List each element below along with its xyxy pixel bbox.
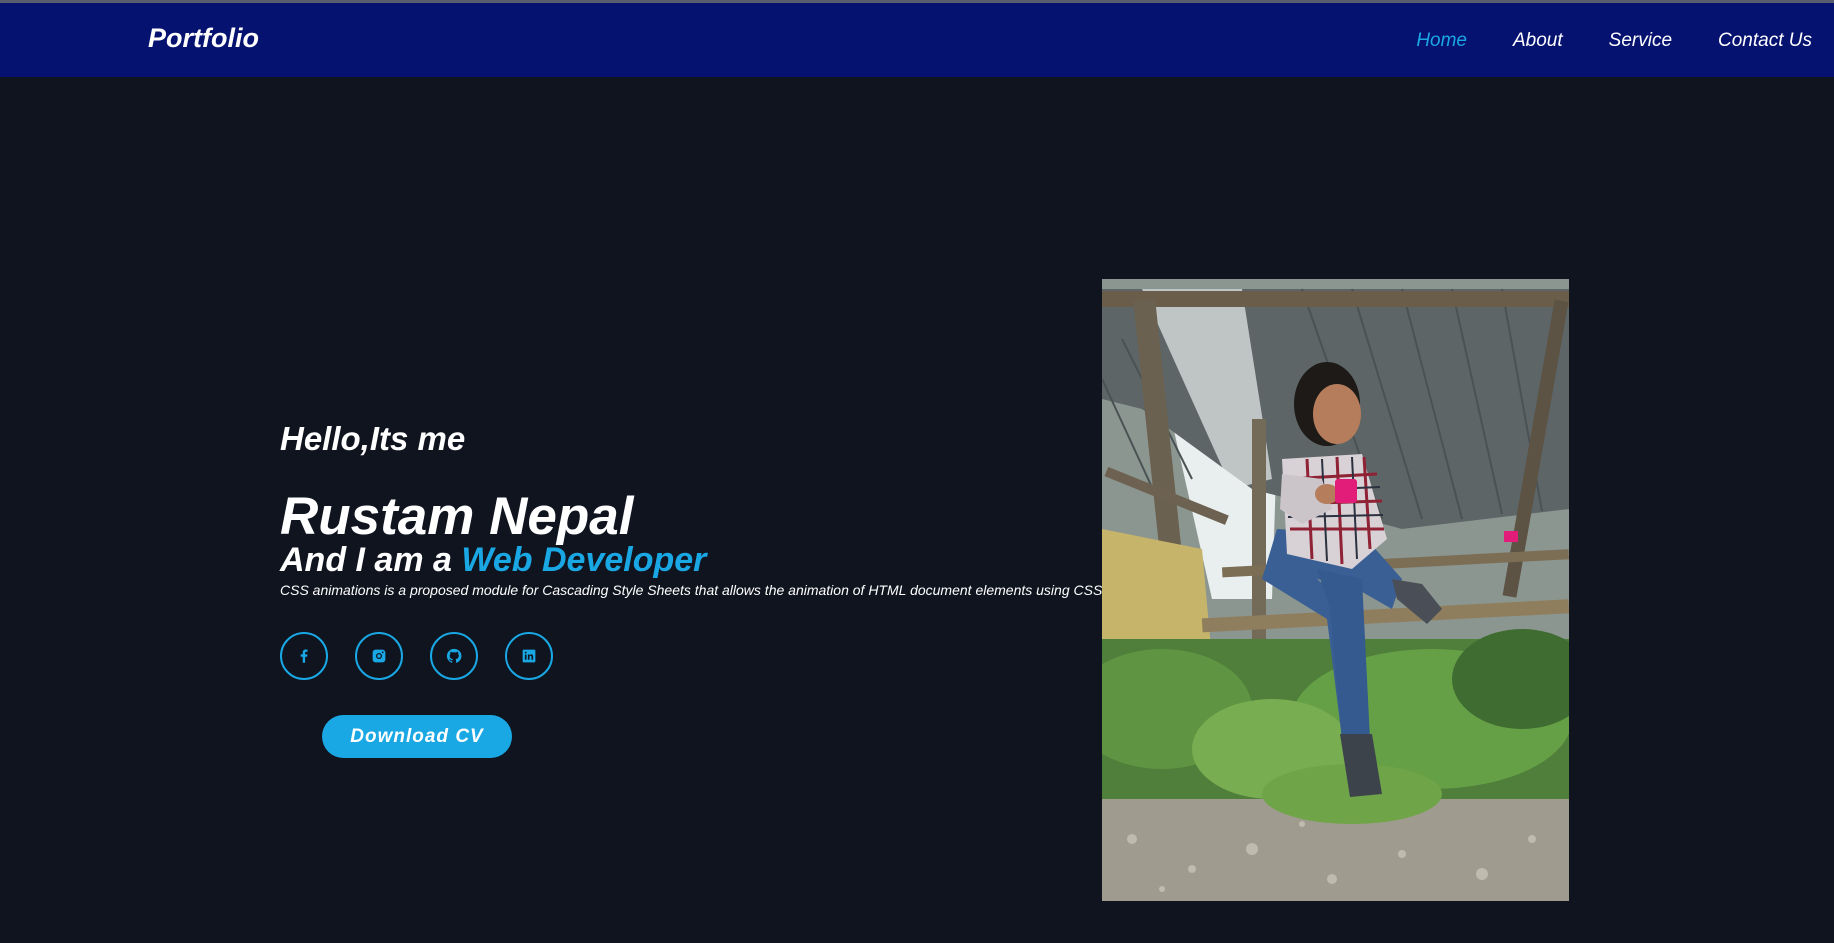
role-highlight: Web Developer bbox=[461, 541, 707, 579]
github-icon bbox=[446, 648, 462, 663]
download-cv-button[interactable]: Download CV bbox=[322, 715, 512, 758]
instagram-link[interactable] bbox=[355, 632, 403, 680]
nav-about-link[interactable]: About bbox=[1513, 30, 1563, 52]
hero-name: Rustam Nepal bbox=[280, 487, 634, 546]
facebook-icon bbox=[300, 649, 308, 663]
hero-greeting: Hello,Its me bbox=[280, 420, 466, 457]
navbar: Portfolio Home About Service Contact Us bbox=[0, 3, 1834, 77]
nav-service-link[interactable]: Service bbox=[1609, 30, 1672, 52]
profile-photo bbox=[1102, 279, 1569, 901]
role-prefix: And I am a bbox=[280, 541, 462, 579]
site-logo[interactable]: Portfolio bbox=[148, 23, 259, 54]
linkedin-link[interactable] bbox=[505, 632, 553, 680]
nav-contact-link[interactable]: Contact Us bbox=[1718, 30, 1812, 52]
hero-description: CSS animations is a proposed module for … bbox=[280, 582, 1107, 598]
nav-home-link[interactable]: Home bbox=[1416, 30, 1467, 52]
nav-links: Home About Service Contact Us bbox=[1370, 30, 1812, 52]
profile-photo-illustration bbox=[1102, 279, 1569, 901]
github-link[interactable] bbox=[430, 632, 478, 680]
social-links bbox=[280, 632, 580, 680]
instagram-icon bbox=[372, 649, 386, 663]
facebook-link[interactable] bbox=[280, 632, 328, 680]
linkedin-icon bbox=[522, 649, 536, 663]
hero-role: And I am a Web Developer bbox=[280, 541, 706, 580]
